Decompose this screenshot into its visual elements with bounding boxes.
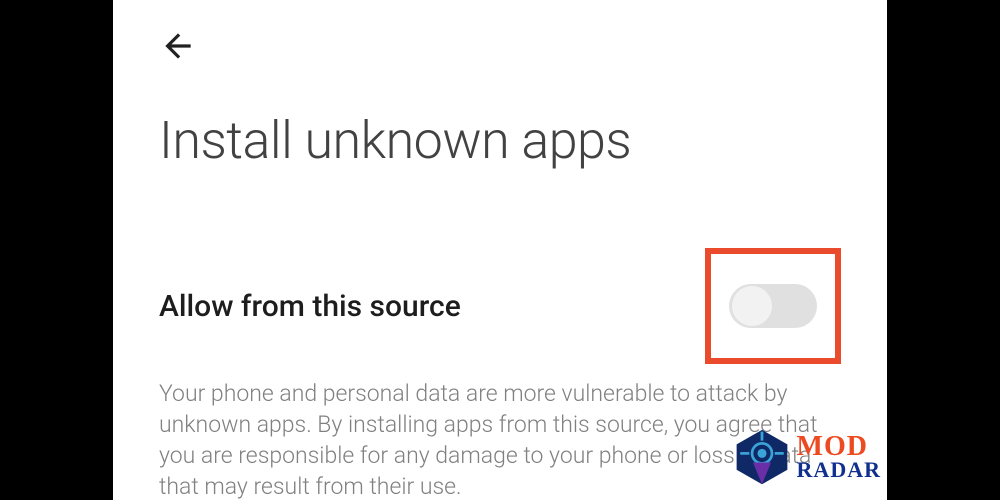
setting-label: Allow from this source [159,289,461,324]
watermark-line1: MOD [797,434,881,460]
settings-screen: Install unknown apps Allow from this sou… [113,0,887,500]
watermark: MOD RADAR [733,428,881,486]
page-title: Install unknown apps [159,110,631,171]
back-button[interactable] [159,22,207,70]
highlight-annotation [705,248,841,364]
arrow-left-icon [159,27,197,65]
watermark-text: MOD RADAR [797,434,881,480]
allow-source-toggle[interactable] [729,284,817,328]
watermark-line2: RADAR [797,460,881,480]
toggle-thumb [732,286,772,326]
setting-row: Allow from this source [159,248,841,364]
watermark-logo-icon [733,428,791,486]
